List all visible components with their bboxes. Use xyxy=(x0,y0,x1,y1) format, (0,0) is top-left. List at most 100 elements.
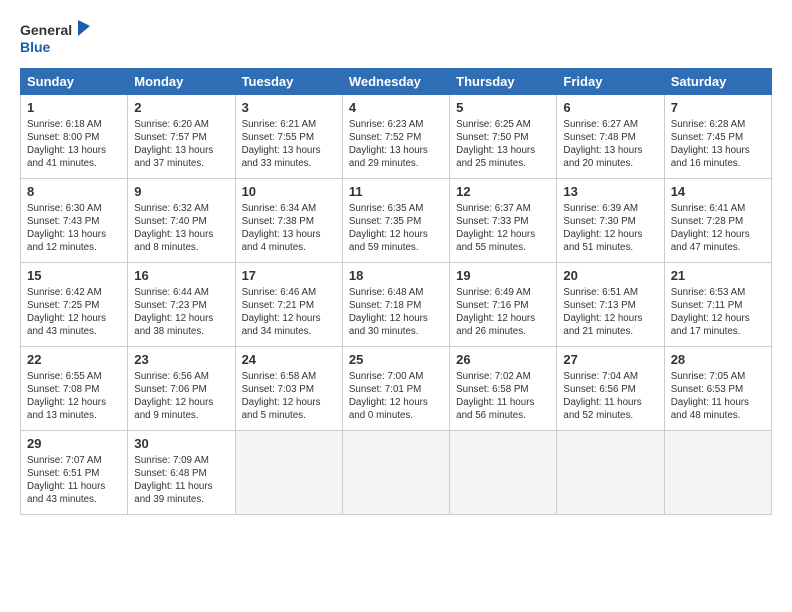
day-info: Sunrise: 6:46 AM Sunset: 7:21 PM Dayligh… xyxy=(242,286,336,339)
svg-text:Blue: Blue xyxy=(20,39,51,55)
day-number: 17 xyxy=(242,267,336,285)
day-number: 25 xyxy=(349,351,443,369)
day-cell: 16Sunrise: 6:44 AM Sunset: 7:23 PM Dayli… xyxy=(128,263,235,347)
day-info: Sunrise: 7:02 AM Sunset: 6:58 PM Dayligh… xyxy=(456,370,550,423)
day-number: 20 xyxy=(563,267,657,285)
day-number: 19 xyxy=(456,267,550,285)
day-info: Sunrise: 7:09 AM Sunset: 6:48 PM Dayligh… xyxy=(134,454,228,507)
day-cell: 26Sunrise: 7:02 AM Sunset: 6:58 PM Dayli… xyxy=(450,347,557,431)
col-header-saturday: Saturday xyxy=(664,69,771,95)
day-cell: 9Sunrise: 6:32 AM Sunset: 7:40 PM Daylig… xyxy=(128,179,235,263)
col-header-thursday: Thursday xyxy=(450,69,557,95)
day-info: Sunrise: 6:53 AM Sunset: 7:11 PM Dayligh… xyxy=(671,286,765,339)
day-number: 23 xyxy=(134,351,228,369)
day-cell: 15Sunrise: 6:42 AM Sunset: 7:25 PM Dayli… xyxy=(21,263,128,347)
day-info: Sunrise: 6:51 AM Sunset: 7:13 PM Dayligh… xyxy=(563,286,657,339)
day-number: 29 xyxy=(27,435,121,453)
day-number: 15 xyxy=(27,267,121,285)
week-row-2: 8Sunrise: 6:30 AM Sunset: 7:43 PM Daylig… xyxy=(21,179,772,263)
day-cell xyxy=(342,431,449,515)
day-number: 8 xyxy=(27,183,121,201)
day-info: Sunrise: 6:18 AM Sunset: 8:00 PM Dayligh… xyxy=(27,118,121,171)
day-number: 21 xyxy=(671,267,765,285)
day-info: Sunrise: 6:49 AM Sunset: 7:16 PM Dayligh… xyxy=(456,286,550,339)
day-number: 6 xyxy=(563,99,657,117)
day-cell: 17Sunrise: 6:46 AM Sunset: 7:21 PM Dayli… xyxy=(235,263,342,347)
day-info: Sunrise: 6:32 AM Sunset: 7:40 PM Dayligh… xyxy=(134,202,228,255)
day-info: Sunrise: 6:39 AM Sunset: 7:30 PM Dayligh… xyxy=(563,202,657,255)
week-row-3: 15Sunrise: 6:42 AM Sunset: 7:25 PM Dayli… xyxy=(21,263,772,347)
day-number: 22 xyxy=(27,351,121,369)
day-number: 13 xyxy=(563,183,657,201)
day-cell: 12Sunrise: 6:37 AM Sunset: 7:33 PM Dayli… xyxy=(450,179,557,263)
day-number: 11 xyxy=(349,183,443,201)
day-cell xyxy=(557,431,664,515)
day-cell xyxy=(235,431,342,515)
day-cell: 23Sunrise: 6:56 AM Sunset: 7:06 PM Dayli… xyxy=(128,347,235,431)
day-info: Sunrise: 7:07 AM Sunset: 6:51 PM Dayligh… xyxy=(27,454,121,507)
day-info: Sunrise: 6:20 AM Sunset: 7:57 PM Dayligh… xyxy=(134,118,228,171)
day-info: Sunrise: 6:28 AM Sunset: 7:45 PM Dayligh… xyxy=(671,118,765,171)
day-number: 28 xyxy=(671,351,765,369)
day-cell: 2Sunrise: 6:20 AM Sunset: 7:57 PM Daylig… xyxy=(128,95,235,179)
week-row-5: 29Sunrise: 7:07 AM Sunset: 6:51 PM Dayli… xyxy=(21,431,772,515)
day-number: 2 xyxy=(134,99,228,117)
day-info: Sunrise: 6:42 AM Sunset: 7:25 PM Dayligh… xyxy=(27,286,121,339)
day-number: 27 xyxy=(563,351,657,369)
calendar-table: SundayMondayTuesdayWednesdayThursdayFrid… xyxy=(20,68,772,515)
day-number: 14 xyxy=(671,183,765,201)
page: GeneralBlue SundayMondayTuesdayWednesday… xyxy=(0,0,792,612)
day-cell: 25Sunrise: 7:00 AM Sunset: 7:01 PM Dayli… xyxy=(342,347,449,431)
col-header-tuesday: Tuesday xyxy=(235,69,342,95)
day-cell: 8Sunrise: 6:30 AM Sunset: 7:43 PM Daylig… xyxy=(21,179,128,263)
day-cell: 27Sunrise: 7:04 AM Sunset: 6:56 PM Dayli… xyxy=(557,347,664,431)
day-info: Sunrise: 6:30 AM Sunset: 7:43 PM Dayligh… xyxy=(27,202,121,255)
week-row-1: 1Sunrise: 6:18 AM Sunset: 8:00 PM Daylig… xyxy=(21,95,772,179)
day-cell: 6Sunrise: 6:27 AM Sunset: 7:48 PM Daylig… xyxy=(557,95,664,179)
day-number: 7 xyxy=(671,99,765,117)
header: GeneralBlue xyxy=(20,18,772,58)
day-number: 3 xyxy=(242,99,336,117)
day-number: 16 xyxy=(134,267,228,285)
day-info: Sunrise: 6:48 AM Sunset: 7:18 PM Dayligh… xyxy=(349,286,443,339)
day-number: 18 xyxy=(349,267,443,285)
day-cell: 13Sunrise: 6:39 AM Sunset: 7:30 PM Dayli… xyxy=(557,179,664,263)
day-cell: 19Sunrise: 6:49 AM Sunset: 7:16 PM Dayli… xyxy=(450,263,557,347)
day-cell: 1Sunrise: 6:18 AM Sunset: 8:00 PM Daylig… xyxy=(21,95,128,179)
day-number: 5 xyxy=(456,99,550,117)
day-cell: 30Sunrise: 7:09 AM Sunset: 6:48 PM Dayli… xyxy=(128,431,235,515)
day-info: Sunrise: 6:44 AM Sunset: 7:23 PM Dayligh… xyxy=(134,286,228,339)
day-number: 9 xyxy=(134,183,228,201)
day-cell: 3Sunrise: 6:21 AM Sunset: 7:55 PM Daylig… xyxy=(235,95,342,179)
day-cell: 24Sunrise: 6:58 AM Sunset: 7:03 PM Dayli… xyxy=(235,347,342,431)
day-info: Sunrise: 6:34 AM Sunset: 7:38 PM Dayligh… xyxy=(242,202,336,255)
day-cell: 7Sunrise: 6:28 AM Sunset: 7:45 PM Daylig… xyxy=(664,95,771,179)
day-cell: 11Sunrise: 6:35 AM Sunset: 7:35 PM Dayli… xyxy=(342,179,449,263)
day-info: Sunrise: 7:04 AM Sunset: 6:56 PM Dayligh… xyxy=(563,370,657,423)
day-info: Sunrise: 7:05 AM Sunset: 6:53 PM Dayligh… xyxy=(671,370,765,423)
day-info: Sunrise: 7:00 AM Sunset: 7:01 PM Dayligh… xyxy=(349,370,443,423)
day-info: Sunrise: 6:25 AM Sunset: 7:50 PM Dayligh… xyxy=(456,118,550,171)
day-cell xyxy=(664,431,771,515)
header-row: SundayMondayTuesdayWednesdayThursdayFrid… xyxy=(21,69,772,95)
logo: GeneralBlue xyxy=(20,18,92,58)
day-cell: 29Sunrise: 7:07 AM Sunset: 6:51 PM Dayli… xyxy=(21,431,128,515)
day-info: Sunrise: 6:21 AM Sunset: 7:55 PM Dayligh… xyxy=(242,118,336,171)
col-header-friday: Friday xyxy=(557,69,664,95)
col-header-monday: Monday xyxy=(128,69,235,95)
day-cell: 21Sunrise: 6:53 AM Sunset: 7:11 PM Dayli… xyxy=(664,263,771,347)
day-cell: 4Sunrise: 6:23 AM Sunset: 7:52 PM Daylig… xyxy=(342,95,449,179)
col-header-wednesday: Wednesday xyxy=(342,69,449,95)
day-cell: 5Sunrise: 6:25 AM Sunset: 7:50 PM Daylig… xyxy=(450,95,557,179)
day-cell: 20Sunrise: 6:51 AM Sunset: 7:13 PM Dayli… xyxy=(557,263,664,347)
day-number: 4 xyxy=(349,99,443,117)
day-info: Sunrise: 6:58 AM Sunset: 7:03 PM Dayligh… xyxy=(242,370,336,423)
day-info: Sunrise: 6:35 AM Sunset: 7:35 PM Dayligh… xyxy=(349,202,443,255)
day-cell: 14Sunrise: 6:41 AM Sunset: 7:28 PM Dayli… xyxy=(664,179,771,263)
col-header-sunday: Sunday xyxy=(21,69,128,95)
day-info: Sunrise: 6:41 AM Sunset: 7:28 PM Dayligh… xyxy=(671,202,765,255)
day-info: Sunrise: 6:56 AM Sunset: 7:06 PM Dayligh… xyxy=(134,370,228,423)
day-number: 24 xyxy=(242,351,336,369)
day-number: 1 xyxy=(27,99,121,117)
day-info: Sunrise: 6:37 AM Sunset: 7:33 PM Dayligh… xyxy=(456,202,550,255)
